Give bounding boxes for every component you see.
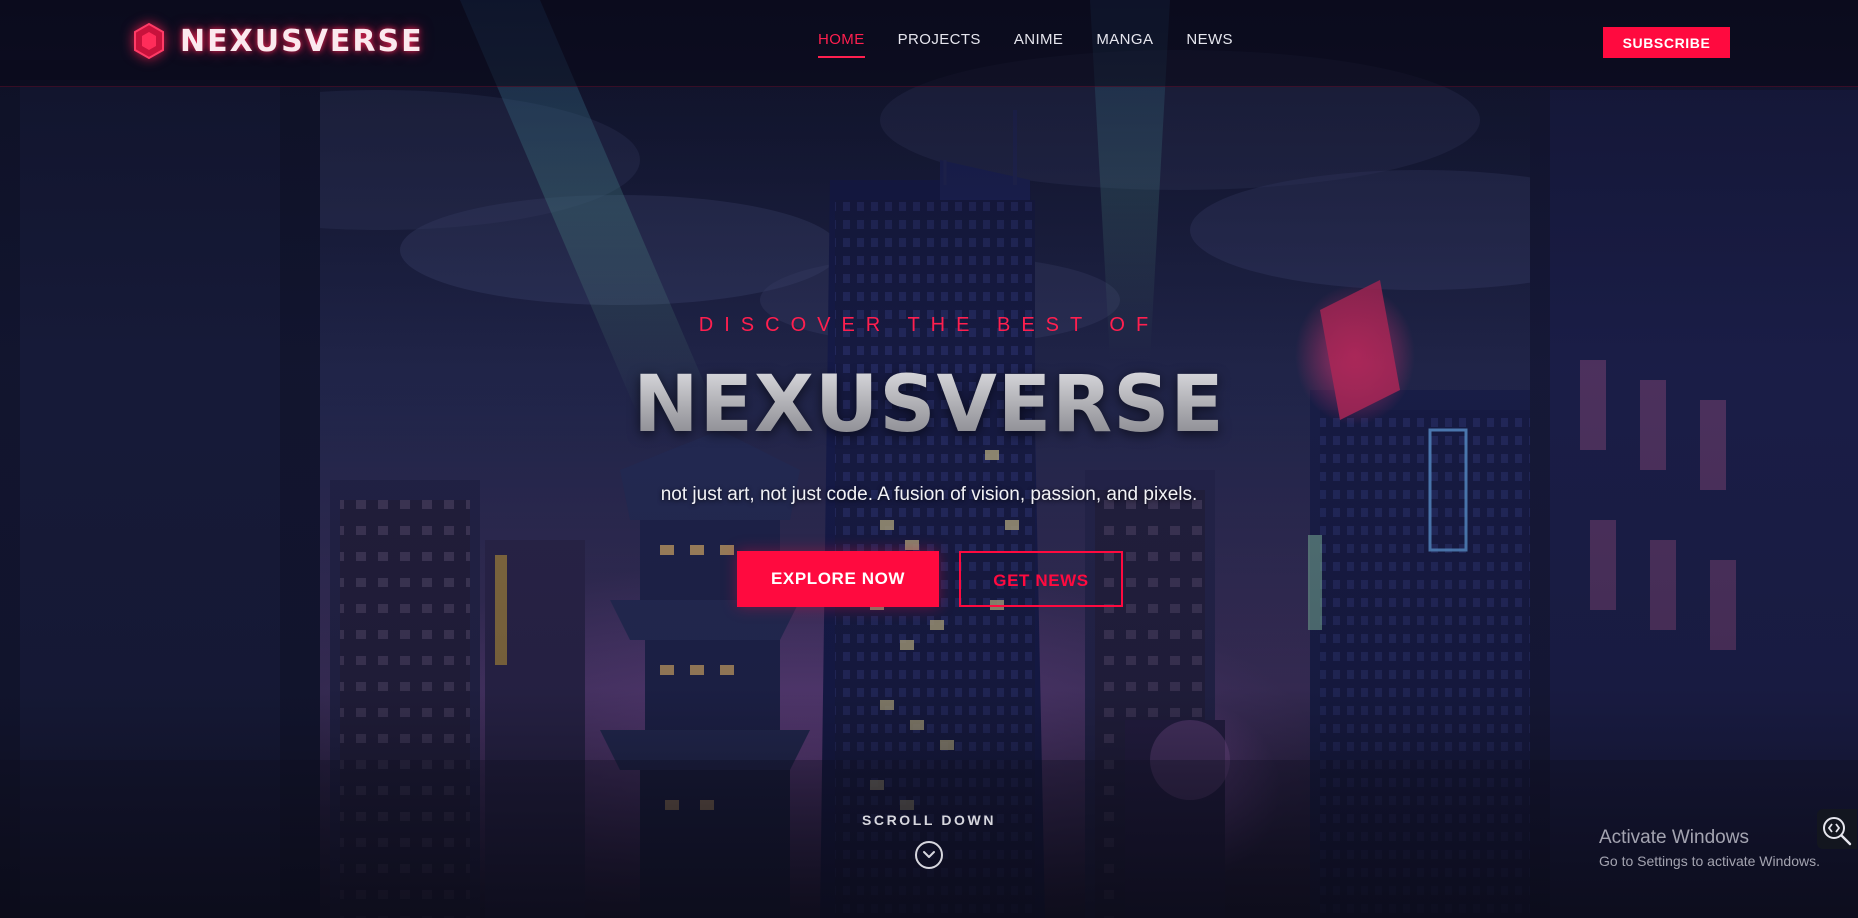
hero-kicker: DISCOVER THE BEST OF bbox=[698, 314, 1160, 336]
hexagon-icon bbox=[134, 22, 164, 60]
subscribe-button[interactable]: SUBSCRIBE bbox=[1603, 27, 1730, 58]
brand-logo-link[interactable]: NEXUSVERSE bbox=[132, 22, 424, 60]
hero-background-city bbox=[0, 0, 1858, 918]
activation-title: Activate Windows bbox=[1599, 827, 1749, 848]
scroll-down-label: SCROLL DOWN bbox=[861, 812, 997, 828]
nav-link-manga[interactable]: MANGA bbox=[1096, 31, 1153, 58]
explore-now-button[interactable]: EXPLORE NOW bbox=[737, 551, 939, 607]
main-nav: HOME PROJECTS ANIME MANGA NEWS bbox=[818, 31, 1233, 58]
chevron-down-circle-icon bbox=[915, 841, 943, 869]
nav-link-news[interactable]: NEWS bbox=[1186, 31, 1233, 58]
scroll-down-link[interactable]: SCROLL DOWN bbox=[0, 812, 1858, 870]
code-search-icon bbox=[1823, 817, 1852, 846]
nav-link-anime[interactable]: ANIME bbox=[1014, 31, 1064, 58]
windows-activation-watermark: Activate Windows Go to Settings to activ… bbox=[1599, 827, 1820, 869]
get-news-button[interactable]: GET NEWS bbox=[959, 551, 1123, 607]
code-search-tool-button[interactable] bbox=[1817, 809, 1857, 849]
brand-name: NEXUSVERSE bbox=[180, 23, 424, 59]
activation-subtitle: Go to Settings to activate Windows. bbox=[1599, 853, 1820, 869]
top-navbar: NEXUSVERSE HOME PROJECTS ANIME MANGA NEW… bbox=[0, 0, 1858, 87]
hero-tagline: not just art, not just code. A fusion of… bbox=[660, 484, 1198, 505]
nav-link-projects[interactable]: PROJECTS bbox=[898, 31, 981, 58]
page: NEXUSVERSE HOME PROJECTS ANIME MANGA NEW… bbox=[0, 0, 1858, 918]
hero-title: NEXUSVERSE bbox=[0, 360, 1858, 450]
nav-link-home[interactable]: HOME bbox=[818, 31, 865, 58]
